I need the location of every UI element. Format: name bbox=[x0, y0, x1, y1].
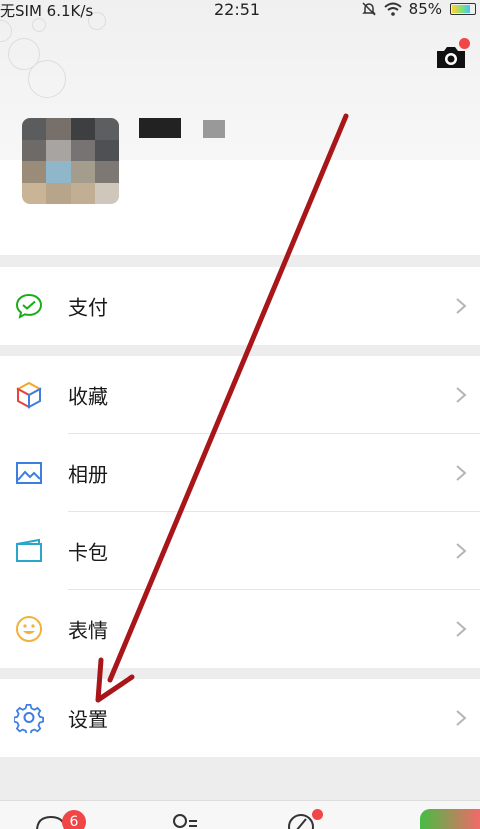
menu-item-album[interactable]: 相册 bbox=[0, 434, 480, 512]
image-icon bbox=[16, 462, 42, 484]
menu-item-cards-label: 卡包 bbox=[68, 540, 108, 565]
menu-item-stickers[interactable]: 表情 bbox=[0, 590, 480, 668]
id-redacted bbox=[203, 120, 225, 138]
chevron-right-icon bbox=[456, 543, 467, 559]
camera-notification-dot bbox=[459, 38, 470, 49]
chevron-right-icon bbox=[456, 298, 467, 314]
wifi-icon bbox=[383, 2, 402, 16]
chevron-right-icon bbox=[456, 621, 467, 637]
chats-badge: 6 bbox=[62, 810, 86, 829]
cube-icon bbox=[15, 381, 43, 409]
wallet-icon bbox=[15, 293, 43, 319]
chevron-right-icon bbox=[456, 710, 467, 726]
gear-icon bbox=[14, 704, 44, 733]
menu-item-settings-label: 设置 bbox=[68, 707, 108, 732]
status-bar: 无SIM 6.1K/s 22:51 85% bbox=[0, 0, 480, 22]
carrier-text: 无SIM 6.1K/s bbox=[0, 2, 94, 20]
clock: 22:51 bbox=[214, 0, 261, 19]
battery-icon bbox=[450, 3, 476, 15]
menu-item-album-label: 相册 bbox=[68, 462, 108, 487]
nickname-redacted bbox=[139, 118, 181, 138]
main-section: 收藏 相册 卡包 表情 bbox=[0, 356, 480, 668]
battery-percent: 85% bbox=[408, 0, 442, 18]
profile-header bbox=[0, 0, 480, 255]
avatar[interactable] bbox=[22, 118, 119, 204]
card-icon bbox=[16, 538, 42, 562]
me-tab-icon[interactable] bbox=[420, 809, 480, 829]
contacts-tab-icon[interactable] bbox=[166, 811, 200, 829]
discover-dot bbox=[312, 809, 323, 820]
chevron-right-icon bbox=[456, 465, 467, 481]
menu-item-settings[interactable]: 设置 bbox=[0, 679, 480, 757]
menu-item-favorites[interactable]: 收藏 bbox=[0, 356, 480, 434]
menu-item-cards[interactable]: 卡包 bbox=[0, 512, 480, 590]
pay-section: 支付 bbox=[0, 267, 480, 345]
settings-section: 设置 bbox=[0, 679, 480, 757]
menu-item-pay[interactable]: 支付 bbox=[0, 267, 480, 345]
menu-item-pay-label: 支付 bbox=[68, 295, 108, 320]
smile-icon bbox=[16, 616, 42, 642]
chevron-right-icon bbox=[456, 387, 467, 403]
mute-bell-icon bbox=[361, 2, 376, 16]
menu-item-stickers-label: 表情 bbox=[68, 618, 108, 643]
camera-button[interactable] bbox=[432, 38, 472, 72]
menu-item-favorites-label: 收藏 bbox=[68, 384, 108, 409]
